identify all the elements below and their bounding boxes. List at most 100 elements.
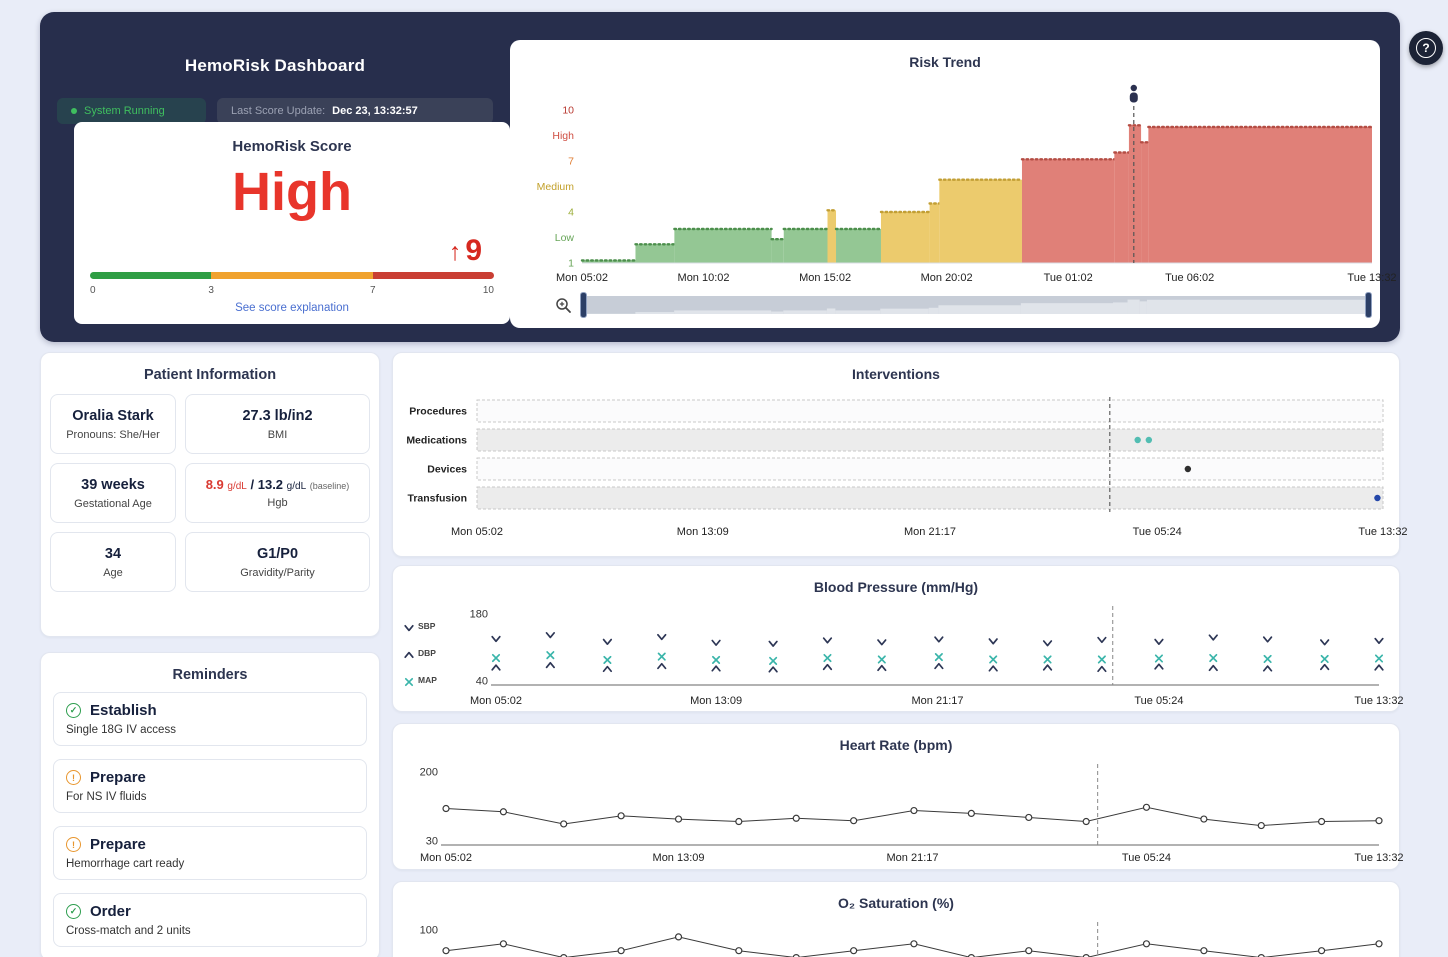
last-update-label: Last Score Update:: [231, 105, 325, 117]
question-mark-icon: ?: [1416, 38, 1436, 58]
svg-text:Devices: Devices: [427, 463, 467, 475]
gauge-low-segment: [90, 272, 211, 279]
svg-text:Mon 05:02: Mon 05:02: [451, 526, 503, 538]
reminder-item[interactable]: ✓ Order Cross-match and 2 units: [53, 893, 367, 947]
arrow-up-icon: ↑: [449, 238, 462, 267]
svg-text:Tue 05:24: Tue 05:24: [1122, 852, 1171, 864]
gravidity-label: Gravidity/Parity: [190, 567, 365, 579]
reminder-action: Prepare: [90, 836, 146, 853]
svg-text:180: 180: [470, 608, 488, 620]
blood-pressure-title: Blood Pressure (mm/Hg): [393, 566, 1399, 596]
help-button[interactable]: ?: [1409, 31, 1443, 65]
svg-text:Mon 15:02: Mon 15:02: [799, 272, 851, 284]
heart-rate-chart: 20030Mon 05:02Mon 13:09Mon 21:17Tue 05:2…: [401, 758, 1391, 864]
check-circle-icon[interactable]: ✓: [66, 703, 81, 718]
score-scale: 0 3 7 10: [90, 285, 494, 299]
header-panel: HemoRisk Dashboard System Running Last S…: [40, 12, 1400, 342]
slider-handle-left[interactable]: [580, 292, 587, 318]
svg-text:Tue 13:32: Tue 13:32: [1354, 695, 1403, 707]
legend-dbp: DBP: [403, 639, 437, 666]
svg-text:Mon 20:02: Mon 20:02: [921, 272, 973, 284]
interventions-card: Interventions ProceduresMedicationsDevic…: [392, 352, 1400, 557]
status-dot-icon: [71, 108, 77, 114]
svg-text:Mon 13:09: Mon 13:09: [690, 695, 742, 707]
reminders-title: Reminders: [41, 653, 379, 692]
blood-pressure-card: Blood Pressure (mm/Hg) SBP DBP MAP 18040…: [392, 565, 1400, 712]
svg-text:Mon 05:02: Mon 05:02: [470, 695, 522, 707]
chevron-down-marker-icon: [403, 619, 415, 633]
heart-rate-card: Heart Rate (bpm) 20030Mon 05:02Mon 13:09…: [392, 723, 1400, 870]
risk-trend-title: Risk Trend: [510, 40, 1380, 70]
reminder-detail: Cross-match and 2 units: [66, 925, 354, 937]
score-card-title: HemoRisk Score: [74, 122, 510, 155]
status-row: System Running Last Score Update: Dec 23…: [57, 98, 493, 124]
svg-text:Tue 13:32: Tue 13:32: [1358, 526, 1407, 538]
age-label: Age: [55, 567, 171, 579]
score-explanation-link[interactable]: See score explanation: [74, 302, 510, 314]
svg-text:Procedures: Procedures: [409, 405, 467, 417]
slider-handle-right[interactable]: [1365, 292, 1372, 318]
patient-info-grid: Oralia Stark Pronouns: She/Her 27.3 lb/i…: [41, 392, 379, 594]
system-status-label: System Running: [84, 105, 165, 117]
svg-text:1: 1: [568, 258, 574, 270]
reminder-item[interactable]: ✓ Establish Single 18G IV access: [53, 692, 367, 746]
warning-circle-icon[interactable]: !: [66, 837, 81, 852]
svg-text:Mon 10:02: Mon 10:02: [678, 272, 730, 284]
time-range-slider[interactable]: [582, 296, 1370, 314]
reminder-detail: For NS IV fluids: [66, 791, 354, 803]
svg-text:Tue 01:02: Tue 01:02: [1044, 272, 1093, 284]
header-left: HemoRisk Dashboard System Running Last S…: [57, 12, 493, 124]
svg-text:7: 7: [568, 156, 574, 168]
svg-text:4: 4: [568, 207, 574, 219]
gauge-high-segment: [373, 272, 494, 279]
check-circle-icon[interactable]: ✓: [66, 904, 81, 919]
svg-text:100: 100: [420, 924, 438, 936]
patient-information-title: Patient Information: [41, 353, 379, 392]
svg-text:Mon 13:09: Mon 13:09: [653, 852, 705, 864]
svg-text:10: 10: [562, 105, 574, 117]
reminder-item[interactable]: ! Prepare Hemorrhage cart ready: [53, 826, 367, 880]
reminder-item[interactable]: ! Prepare For NS IV fluids: [53, 759, 367, 813]
risk-trend-chart: 10 High 7 Medium 4 Low 1 Mon 05:02 Mon 10:02 Mon …: [510, 76, 1380, 288]
warning-circle-icon[interactable]: !: [66, 770, 81, 785]
system-status-chip: System Running: [57, 98, 206, 124]
svg-text:Mon 21:17: Mon 21:17: [912, 695, 964, 707]
svg-text:Tue 13:32: Tue 13:32: [1354, 852, 1403, 864]
app-title: HemoRisk Dashboard: [57, 56, 493, 76]
reminder-detail: Single 18G IV access: [66, 724, 354, 736]
age-value: 34: [55, 546, 171, 562]
hgb-label: Hgb: [190, 497, 365, 509]
patient-information-card: Patient Information Oralia Stark Pronoun…: [40, 352, 380, 637]
reminder-action: Prepare: [90, 769, 146, 786]
svg-text:Transfusion: Transfusion: [407, 492, 467, 504]
time-range-controls: [554, 292, 1370, 318]
svg-text:Medications: Medications: [406, 434, 467, 446]
bmi-label: BMI: [190, 429, 365, 441]
zoom-icon[interactable]: [554, 296, 572, 314]
legend-map: MAP: [403, 666, 437, 693]
svg-text:Low: Low: [555, 232, 575, 244]
svg-text:Mon 05:02: Mon 05:02: [556, 272, 608, 284]
o2-saturation-title: O₂ Saturation (%): [393, 882, 1399, 912]
score-trend: ↑ 9: [449, 234, 482, 268]
gauge-medium-segment: [211, 272, 373, 279]
score-value: 9: [465, 234, 482, 268]
svg-text:Tue 06:02: Tue 06:02: [1165, 272, 1214, 284]
o2-saturation-card: O₂ Saturation (%) 100Mon 05:02Mon 13:09M…: [392, 881, 1400, 957]
reminder-detail: Hemorrhage cart ready: [66, 858, 354, 870]
risk-level-value: High: [74, 165, 510, 219]
interventions-chart: Procedures Medications Devices Transfusion M…: [401, 392, 1391, 542]
x-marker-icon: [403, 673, 415, 687]
svg-text:Mon 21:17: Mon 21:17: [887, 852, 939, 864]
scale-tick-3: 3: [208, 285, 214, 296]
reminder-action: Order: [90, 903, 131, 920]
dashboard-page: HemoRisk Dashboard System Running Last S…: [0, 0, 1448, 957]
slider-minimap: [582, 296, 1370, 314]
svg-text:High: High: [552, 130, 574, 142]
svg-text:Medium: Medium: [537, 181, 575, 193]
patient-pronouns: Pronouns: She/Her: [55, 429, 171, 441]
patient-name-field: Oralia Stark Pronouns: She/Her: [50, 394, 176, 454]
svg-text:Mon 21:17: Mon 21:17: [904, 526, 956, 538]
blood-pressure-chart: 18040Mon 05:02Mon 13:09Mon 21:17Tue 05:2…: [401, 600, 1391, 708]
gestational-age-label: Gestational Age: [55, 498, 171, 510]
